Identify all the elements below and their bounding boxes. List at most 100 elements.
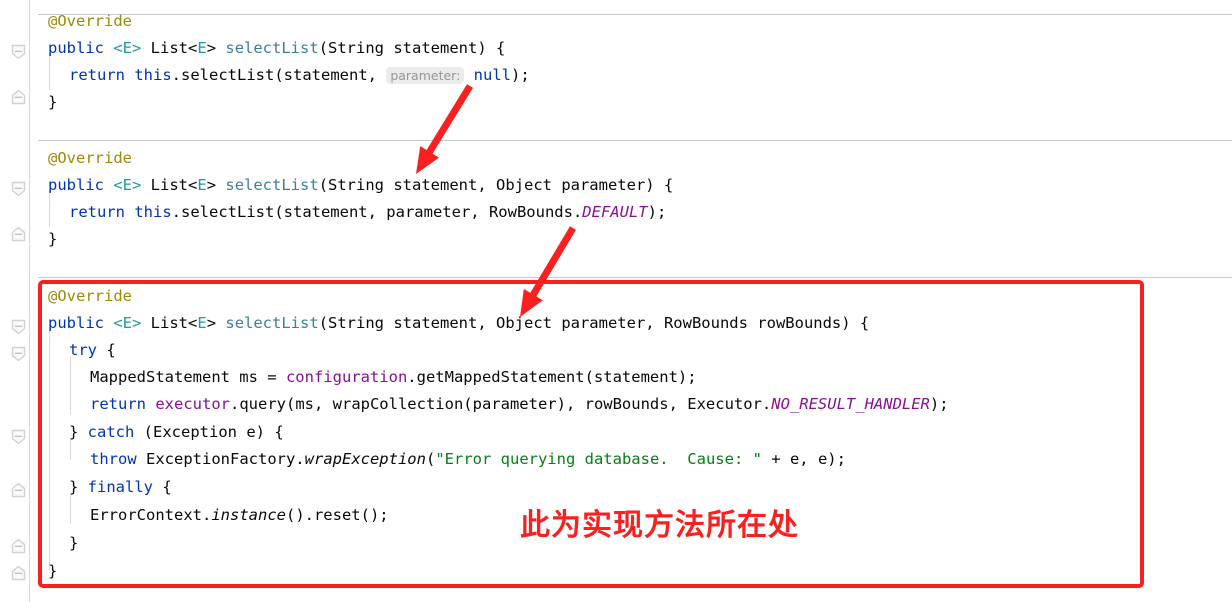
code-token-plain: List< bbox=[141, 176, 198, 194]
code-token-plain: } bbox=[69, 478, 88, 496]
code-token-gen: <E> bbox=[113, 314, 142, 332]
code-token-italic: wrapException bbox=[304, 450, 426, 468]
code-token-gen: E bbox=[197, 176, 207, 194]
code-token-field: executor bbox=[155, 395, 230, 413]
code-token-kw: public bbox=[48, 39, 104, 57]
fold-collapse-icon[interactable] bbox=[9, 42, 28, 61]
code-token-plain: (String statement, Object parameter) { bbox=[318, 176, 674, 194]
code-token-kw: return bbox=[69, 66, 125, 84]
code-line[interactable]: return this.selectList(statement, parame… bbox=[38, 199, 1232, 226]
code-line[interactable]: return this.selectList(statement, parame… bbox=[38, 62, 1232, 89]
code-token-kw: throw bbox=[90, 450, 137, 468]
code-token-kw: this bbox=[134, 66, 172, 84]
code-token-plain: } bbox=[48, 93, 58, 111]
code-token-kw: null bbox=[473, 66, 511, 84]
code-line[interactable]: return executor.query(ms, wrapCollection… bbox=[38, 391, 1232, 418]
code-token-method: selectList bbox=[225, 39, 319, 57]
fold-end-icon[interactable] bbox=[9, 537, 28, 556]
fold-collapse-icon[interactable] bbox=[9, 317, 28, 336]
code-line[interactable]: } finally { bbox=[38, 474, 1232, 501]
code-token-plain: > bbox=[206, 314, 226, 332]
code-token-kw: return bbox=[69, 203, 125, 221]
code-token-kw: public bbox=[48, 314, 104, 332]
code-line[interactable]: } bbox=[38, 530, 1232, 557]
code-token-kw: finally bbox=[87, 478, 153, 496]
code-line[interactable]: @Override bbox=[38, 283, 1232, 310]
code-token-plain: .query(ms, wrapCollection(parameter), ro… bbox=[230, 395, 772, 413]
code-token-kw: public bbox=[48, 176, 104, 194]
code-token-plain: . bbox=[171, 66, 182, 84]
code-line[interactable]: try { bbox=[38, 337, 1232, 364]
code-token-kw: catch bbox=[87, 423, 135, 441]
code-token-plain: } bbox=[48, 230, 58, 248]
code-token-plain: ); bbox=[929, 395, 949, 413]
editor-gutter[interactable] bbox=[0, 0, 38, 602]
code-token-plain: ); bbox=[647, 203, 667, 221]
code-line[interactable]: ErrorContext.instance().reset(); bbox=[38, 502, 1232, 529]
fold-end-icon[interactable] bbox=[9, 88, 28, 107]
gutter-divider-line bbox=[29, 0, 30, 602]
code-token-plain: > bbox=[206, 176, 226, 194]
fold-collapse-icon[interactable] bbox=[9, 344, 28, 363]
code-token-italic: instance bbox=[211, 506, 286, 524]
code-token-gen: E bbox=[197, 314, 207, 332]
code-token-gen: E bbox=[197, 39, 207, 57]
code-line[interactable]: public <E> List<E> selectList(String sta… bbox=[38, 172, 1232, 199]
code-token-plain: (String statement, Object parameter, Row… bbox=[318, 314, 870, 332]
code-line[interactable]: } bbox=[38, 89, 1232, 116]
code-line[interactable]: } bbox=[38, 558, 1232, 585]
code-token-plain: ().reset(); bbox=[285, 506, 389, 524]
code-token-anno: @Override bbox=[48, 12, 132, 30]
code-token-str: "Error querying database. Cause: " bbox=[435, 450, 762, 468]
code-line[interactable]: @Override bbox=[38, 8, 1232, 35]
code-token-plain: } bbox=[69, 534, 79, 552]
code-token-kw: return bbox=[90, 395, 146, 413]
fold-end-icon[interactable] bbox=[9, 481, 28, 500]
code-token-plain: } bbox=[69, 423, 88, 441]
code-block-separator bbox=[38, 140, 1232, 141]
code-line[interactable]: public <E> List<E> selectList(String sta… bbox=[38, 35, 1232, 62]
fold-end-icon[interactable] bbox=[9, 225, 28, 244]
code-token-plain: selectList(statement, bbox=[181, 66, 387, 84]
code-token-plain: ExceptionFactory. bbox=[136, 450, 305, 468]
code-block-separator bbox=[38, 277, 1232, 278]
code-token-gen: <E> bbox=[113, 176, 142, 194]
code-token-plain: List< bbox=[141, 314, 198, 332]
code-token-plain: ErrorContext. bbox=[90, 506, 212, 524]
code-token-kw: try bbox=[69, 341, 97, 359]
code-token-field: configuration bbox=[285, 368, 408, 386]
code-token-plain: .getMappedStatement(statement); bbox=[407, 368, 697, 386]
code-token-plain: { bbox=[97, 341, 116, 359]
fold-collapse-icon[interactable] bbox=[9, 179, 28, 198]
code-line[interactable]: MappedStatement ms = configuration.getMa… bbox=[38, 364, 1232, 391]
fold-collapse-icon[interactable] bbox=[9, 427, 28, 446]
code-line[interactable]: throw ExceptionFactory.wrapException("Er… bbox=[38, 446, 1232, 473]
code-token-plain: { bbox=[153, 478, 172, 496]
code-token-plain: (Exception e) { bbox=[134, 423, 284, 441]
fold-end-icon[interactable] bbox=[9, 564, 28, 583]
code-token-plain: .selectList(statement, parameter, RowBou… bbox=[171, 203, 583, 221]
code-token-plain: + e, e); bbox=[761, 450, 846, 468]
code-token-static: NO_RESULT_HANDLER bbox=[771, 395, 930, 413]
code-line[interactable]: } bbox=[38, 226, 1232, 253]
parameter-hint-inlay: parameter: bbox=[386, 67, 465, 84]
code-line[interactable]: @Override bbox=[38, 145, 1232, 172]
code-token-plain: > bbox=[206, 39, 226, 57]
code-line[interactable]: public <E> List<E> selectList(String sta… bbox=[38, 310, 1232, 337]
code-token-plain: (String statement) { bbox=[318, 39, 506, 57]
code-token-plain: ( bbox=[425, 450, 436, 468]
code-editor-screenshot: @Override public <E> List<E> selectList(S… bbox=[0, 0, 1232, 602]
code-token-method: selectList bbox=[225, 176, 319, 194]
code-token-plain: List< bbox=[141, 39, 198, 57]
code-token-anno: @Override bbox=[48, 287, 132, 305]
code-token-gen: <E> bbox=[113, 39, 142, 57]
code-token-method: selectList bbox=[225, 314, 319, 332]
code-token-anno: @Override bbox=[48, 149, 132, 167]
code-line[interactable]: } catch (Exception e) { bbox=[38, 419, 1232, 446]
editor-text-area[interactable]: @Override public <E> List<E> selectList(S… bbox=[38, 0, 1232, 602]
